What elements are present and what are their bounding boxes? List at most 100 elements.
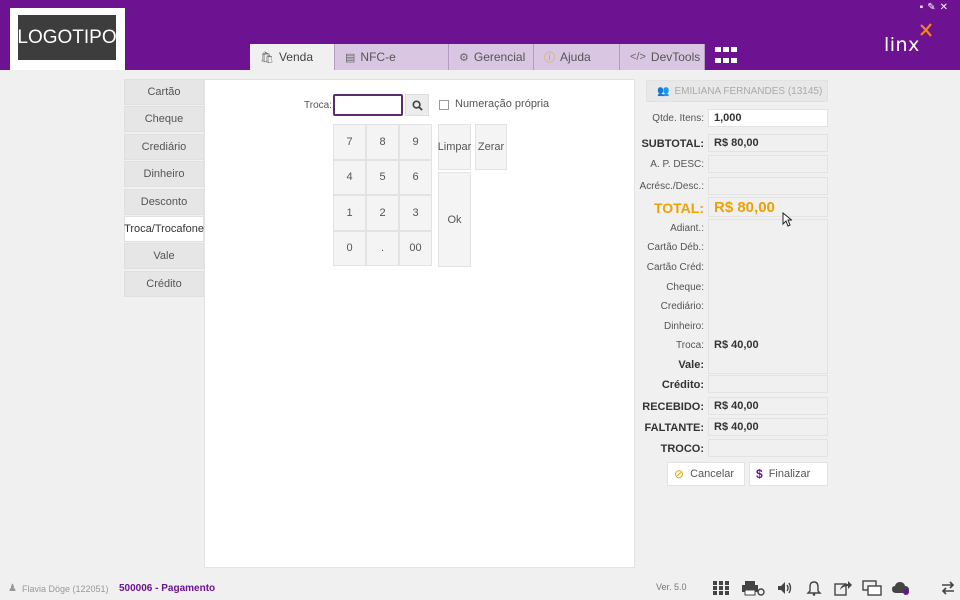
zerar-button[interactable]: Zerar bbox=[475, 124, 507, 170]
apdesc-field bbox=[708, 155, 828, 173]
key-1[interactable]: 1 bbox=[333, 195, 366, 231]
credito-field bbox=[708, 375, 828, 393]
total-label: TOTAL: bbox=[653, 200, 704, 216]
tab-devtools[interactable]: </> DevTools bbox=[620, 44, 705, 70]
dollar-icon: $ bbox=[756, 467, 763, 481]
key-5[interactable]: 5 bbox=[366, 159, 399, 195]
window-controls: ▪ ✎ ✕ bbox=[920, 2, 948, 13]
customer-field[interactable]: 👥 EMILIANA FERNANDES (13145) bbox=[646, 80, 828, 102]
key-00[interactable]: 00 bbox=[399, 230, 432, 266]
acresc-field bbox=[708, 177, 828, 195]
key-7[interactable]: 7 bbox=[333, 124, 366, 160]
calculator-icon[interactable] bbox=[711, 579, 731, 597]
tab-gerencial[interactable]: ⚙ Gerencial bbox=[449, 44, 534, 70]
cloud-icon[interactable] bbox=[891, 579, 911, 597]
troco-field bbox=[708, 439, 828, 457]
numeric-keypad: 7 8 9 4 5 6 1 2 3 0 . 00 bbox=[333, 124, 432, 266]
volume-icon[interactable] bbox=[775, 579, 795, 597]
payment-menu: Cartão Cheque Crediário Dinheiro Descont… bbox=[124, 79, 204, 298]
acresc-label: Acrésc./Desc.: bbox=[639, 181, 704, 192]
subtotal-field: R$ 80,00 bbox=[708, 134, 828, 152]
status-message: 500006 - Pagamento bbox=[119, 583, 216, 594]
user-icon: ♟ bbox=[8, 583, 17, 594]
recebido-field: R$ 40,00 bbox=[708, 397, 828, 415]
gears-icon: ⚙ bbox=[459, 51, 469, 64]
faltante-field: R$ 40,00 bbox=[708, 418, 828, 436]
key-3[interactable]: 3 bbox=[399, 195, 432, 231]
faltante-label: FALTANTE: bbox=[644, 422, 704, 434]
logo-text: LOGOTIPO bbox=[17, 15, 117, 60]
key-8[interactable]: 8 bbox=[366, 124, 399, 160]
brand-logo: linx bbox=[884, 34, 920, 56]
tab-venda[interactable]: 🛍 Venda bbox=[250, 44, 335, 70]
main-tabs: 🛍 Venda ▤ NFC-e ⚙ Gerencial ⓘ Ajuda </> … bbox=[250, 44, 705, 70]
brand-mark-icon bbox=[920, 23, 932, 37]
help-icon: ⓘ bbox=[544, 52, 555, 64]
menu-item-cheque[interactable]: Cheque bbox=[124, 106, 204, 133]
bag-icon: 🛍 bbox=[260, 51, 274, 64]
status-icons bbox=[711, 579, 911, 597]
key-4[interactable]: 4 bbox=[333, 159, 366, 195]
header-bar: LOGOTIPO ▪ ✎ ✕ linx 🛍 Venda ▤ NFC-e ⚙ Ge… bbox=[0, 0, 960, 70]
key-9[interactable]: 9 bbox=[399, 124, 432, 160]
key-dot[interactable]: . bbox=[366, 230, 399, 266]
apps-grid-icon[interactable] bbox=[715, 47, 739, 67]
cheque-label: Cheque: bbox=[666, 282, 704, 293]
key-2[interactable]: 2 bbox=[366, 195, 399, 231]
dinheiro-label: Dinheiro: bbox=[663, 321, 704, 332]
cancel-button[interactable]: ⊘ Cancelar bbox=[667, 462, 745, 486]
tab-nfce[interactable]: ▤ NFC-e bbox=[335, 44, 449, 70]
printer-icon[interactable] bbox=[740, 579, 766, 597]
finalize-button[interactable]: $ Finalizar bbox=[749, 462, 828, 486]
adiant-label: Adiant.: bbox=[670, 223, 704, 234]
tab-ajuda[interactable]: ⓘ Ajuda bbox=[534, 44, 620, 70]
cartao-cred-label: Cartão Créd: bbox=[646, 262, 704, 273]
troca-label: Troca: bbox=[304, 100, 332, 111]
payment-panel: Troca: Numeração própria 7 8 9 4 5 6 1 2… bbox=[204, 79, 635, 568]
menu-item-vale[interactable]: Vale bbox=[124, 243, 204, 270]
version-label: Ver. 5.0 bbox=[656, 582, 687, 592]
troca-summary-label: Troca: bbox=[676, 340, 704, 351]
troca-input[interactable] bbox=[333, 94, 403, 116]
code-icon: </> bbox=[630, 51, 646, 63]
numeracao-checkbox[interactable] bbox=[439, 100, 449, 110]
monitor-icon[interactable] bbox=[862, 579, 882, 597]
edit-icon[interactable]: ✎ bbox=[927, 2, 935, 13]
qtde-label: Qtde. Itens: bbox=[652, 113, 704, 124]
search-button[interactable] bbox=[405, 94, 429, 116]
share-icon[interactable] bbox=[833, 579, 853, 597]
crediario-label: Crediário: bbox=[660, 301, 704, 312]
status-bar: ♟ Flavia Döge (122051) 500006 - Pagament… bbox=[0, 575, 960, 600]
total-field: R$ 80,00 bbox=[708, 197, 828, 217]
mouse-cursor-icon bbox=[782, 212, 792, 227]
vale-label: Vale: bbox=[678, 359, 704, 371]
limpar-button[interactable]: Limpar bbox=[438, 124, 471, 170]
apdesc-label: A. P. DESC: bbox=[650, 159, 704, 170]
menu-item-crediario[interactable]: Crediário bbox=[124, 133, 204, 160]
menu-item-troca[interactable]: Troca/Trocafone bbox=[124, 215, 204, 242]
user-info: ♟ Flavia Döge (122051) bbox=[8, 583, 109, 594]
ok-button[interactable]: Ok bbox=[438, 172, 471, 267]
receipt-icon: ▤ bbox=[345, 51, 356, 64]
recebido-label: RECEBIDO: bbox=[642, 401, 704, 413]
menu-item-dinheiro[interactable]: Dinheiro bbox=[124, 161, 204, 188]
key-6[interactable]: 6 bbox=[399, 159, 432, 195]
users-icon: 👥 bbox=[657, 85, 670, 97]
bell-icon[interactable] bbox=[804, 579, 824, 597]
key-0[interactable]: 0 bbox=[333, 230, 366, 266]
troca-summary-value: R$ 40,00 bbox=[714, 339, 759, 351]
subtotal-label: SUBTOTAL: bbox=[641, 138, 704, 150]
credito-label: Crédito: bbox=[661, 379, 704, 391]
menu-item-credito[interactable]: Crédito bbox=[124, 270, 204, 297]
menu-item-desconto[interactable]: Desconto bbox=[124, 188, 204, 215]
swap-icon[interactable] bbox=[940, 580, 956, 596]
troco-label: TROCO: bbox=[660, 443, 704, 455]
cartao-deb-label: Cartão Déb.: bbox=[647, 242, 704, 253]
minimize-icon[interactable]: ▪ bbox=[920, 2, 924, 13]
customer-name: EMILIANA FERNANDES (13145) bbox=[674, 85, 823, 97]
close-icon[interactable]: ✕ bbox=[940, 2, 948, 13]
qtde-field: 1,000 bbox=[708, 109, 828, 127]
numeracao-label: Numeração própria bbox=[455, 98, 550, 110]
cancel-icon: ⊘ bbox=[674, 467, 685, 481]
menu-item-cartao[interactable]: Cartão bbox=[124, 79, 204, 105]
